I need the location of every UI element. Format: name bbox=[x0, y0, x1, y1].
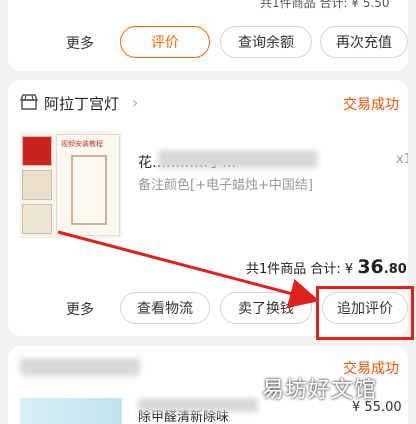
annotation-highlight-box bbox=[316, 286, 414, 340]
annotation-arrow bbox=[57, 230, 320, 308]
watermark: 易坊好文馆 bbox=[262, 378, 378, 403]
